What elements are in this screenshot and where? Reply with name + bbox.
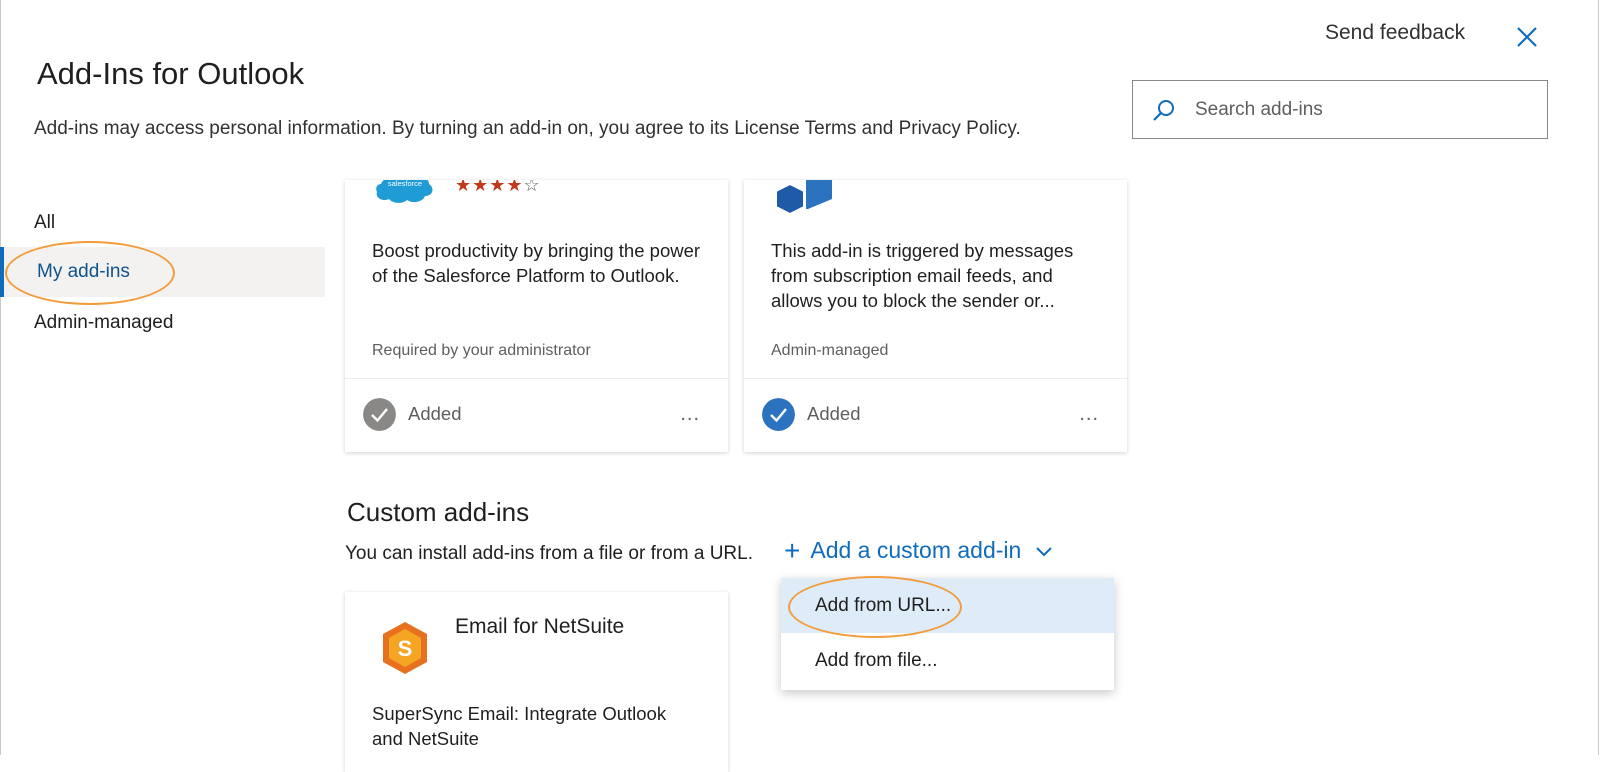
added-status: Added: [807, 403, 861, 424]
addin-hexagon-logo-icon: [775, 180, 832, 214]
salesforce-logo-text: salesforce: [388, 180, 422, 188]
sidebar-item-admin-managed[interactable]: Admin-managed: [0, 298, 325, 348]
chevron-down-icon: [1036, 546, 1053, 556]
rating-stars: ★★★★☆: [455, 180, 541, 195]
search-box: [1132, 80, 1548, 139]
card-admin-note: Required by your administrator: [372, 342, 591, 359]
card-admin-note: Admin-managed: [771, 342, 889, 359]
menu-item-add-from-url[interactable]: Add from URL...: [781, 578, 1114, 633]
addin-card-unsubscriber[interactable]: This add-in is triggered by messages fro…: [744, 180, 1127, 452]
svg-text:S: S: [398, 636, 413, 661]
add-custom-add-in-button[interactable]: + Add a custom add-in: [784, 535, 1053, 566]
added-check-icon: [363, 398, 396, 431]
sidebar-item-my-add-ins[interactable]: My add-ins: [0, 247, 325, 297]
card-description: SuperSync Email: Integrate Outlook and N…: [372, 703, 667, 749]
page-title: Add-Ins for Outlook: [37, 56, 305, 91]
search-icon: [1153, 100, 1174, 121]
add-custom-add-in-menu: Add from URL... Add from file...: [781, 578, 1114, 690]
salesforce-logo-icon: salesforce: [376, 180, 433, 203]
custom-add-ins-heading: Custom add-ins: [347, 497, 530, 527]
added-check-icon: [762, 398, 795, 431]
card-title: Email for NetSuite: [455, 615, 625, 638]
card-description: Boost productivity by bringing the power…: [372, 240, 701, 286]
sidebar-item-all[interactable]: All: [0, 198, 325, 248]
netsuite-logo-icon: S: [383, 622, 427, 674]
menu-item-add-from-file[interactable]: Add from file...: [781, 633, 1114, 688]
card-footer: Added ...: [345, 378, 728, 451]
send-feedback-link[interactable]: Send feedback: [1325, 21, 1465, 45]
card-description: This add-in is triggered by messages fro…: [771, 240, 1074, 311]
close-icon[interactable]: [1512, 22, 1542, 52]
addin-card-netsuite[interactable]: S Email for NetSuite SuperSync Email: In…: [345, 592, 728, 772]
card-footer: Added ...: [744, 378, 1127, 451]
added-status: Added: [408, 403, 462, 424]
privacy-notice: Add-ins may access personal information.…: [34, 118, 1021, 139]
more-options-button[interactable]: ...: [1079, 403, 1099, 426]
add-custom-add-in-label: Add a custom add-in: [810, 537, 1022, 563]
addin-card-salesforce[interactable]: salesforce ★★★★☆ Boost productivity by b…: [345, 180, 728, 452]
more-options-button[interactable]: ...: [680, 403, 700, 426]
plus-icon: +: [784, 535, 801, 566]
custom-add-ins-note: You can install add-ins from a file or f…: [345, 543, 753, 564]
search-input[interactable]: [1193, 91, 1537, 129]
